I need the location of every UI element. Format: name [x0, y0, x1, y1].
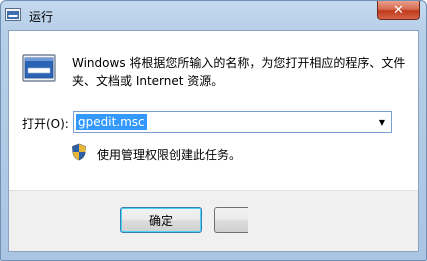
uac-shield-icon — [71, 143, 87, 161]
dialog-description: Windows 将根据您所输入的名称，为您打开相应的程序、文件夹、文档或 Int… — [72, 56, 406, 88]
run-app-icon — [5, 8, 21, 21]
chevron-down-icon[interactable]: ▼ — [375, 114, 389, 130]
title-bar[interactable]: 运行 ✕ — [1, 1, 426, 29]
close-button[interactable]: ✕ — [377, 1, 420, 20]
close-icon: ✕ — [393, 2, 404, 18]
command-input-value[interactable]: gpedit.msc — [76, 114, 147, 130]
window-title: 运行 — [29, 10, 54, 24]
admin-privilege-note: 使用管理权限创建此任务。 — [97, 148, 242, 162]
run-app-icon — [22, 54, 56, 82]
open-label: 打开(O): — [22, 117, 69, 131]
ok-button[interactable]: 确定 — [120, 207, 202, 233]
dialog-body: Windows 将根据您所输入的名称，为您打开相应的程序、文件夹、文档或 Int… — [8, 30, 419, 252]
command-input[interactable]: gpedit.msc ▼ — [73, 111, 392, 133]
cancel-button[interactable] — [214, 207, 248, 233]
run-dialog-window: 运行 ✕ Windows 将根据您所输入的名称，为您打开相应的程序、文件夹、文档… — [0, 0, 427, 261]
